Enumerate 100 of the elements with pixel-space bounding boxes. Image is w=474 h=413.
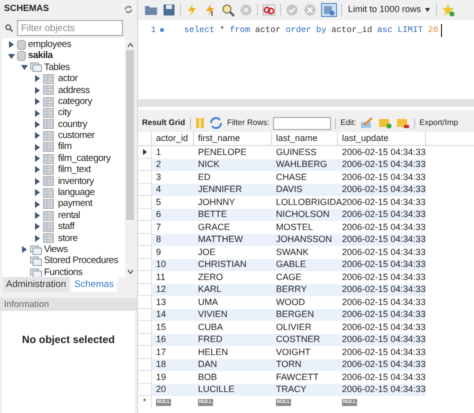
lightning-icon[interactable] xyxy=(203,3,217,17)
limit-dropdown[interactable]: Limit to 1000 rows xyxy=(346,2,432,18)
collapsed-arrow-icon[interactable] xyxy=(34,178,41,185)
filter-rows-field[interactable] xyxy=(273,116,332,130)
table-cell-text: 2006-02-15 04:34:33 xyxy=(341,284,426,296)
folder-icon xyxy=(30,256,42,266)
column-header[interactable]: first_name xyxy=(194,132,272,145)
magnifier-icon[interactable] xyxy=(221,3,235,17)
row-header-cell[interactable] xyxy=(138,296,152,308)
table-cell-text: 8 xyxy=(155,234,162,246)
table-cell-text: 10 xyxy=(155,258,168,271)
table-icon xyxy=(43,188,54,198)
collapsed-arrow-icon[interactable] xyxy=(34,120,41,128)
column-header[interactable]: last_name xyxy=(272,132,338,145)
collapsed-arrow-icon[interactable] xyxy=(34,189,41,196)
collapsed-arrow-icon[interactable] xyxy=(34,132,41,140)
tree-item[interactable]: employees xyxy=(28,40,72,50)
row-header-cell[interactable] xyxy=(138,371,152,384)
scroll-up-icon[interactable] xyxy=(126,42,134,48)
tree-item[interactable]: language xyxy=(58,188,95,198)
tree-item[interactable]: Functions xyxy=(44,268,82,277)
cancel-icon[interactable] xyxy=(303,3,317,17)
table-cell-text: BERGEN xyxy=(275,308,316,321)
column-header[interactable]: last_update xyxy=(338,132,426,145)
column-header[interactable]: actor_id xyxy=(152,132,194,145)
table-cell-text: CHRISTIAN xyxy=(197,258,248,271)
tree-item[interactable]: sakila xyxy=(28,51,53,61)
tree-item[interactable]: Views xyxy=(44,244,68,254)
collapsed-arrow-icon[interactable] xyxy=(34,200,41,208)
collapsed-arrow-icon[interactable] xyxy=(34,86,41,94)
tree-item[interactable]: actor xyxy=(58,74,78,84)
tree-item[interactable]: inventory xyxy=(58,176,94,186)
sql-query[interactable]: select * from actor order by actor_id asc LIMIT 20 xyxy=(184,24,442,37)
row-header-cell[interactable] xyxy=(138,221,152,234)
table-cell-text: TRACY xyxy=(275,384,308,396)
tree-item[interactable]: country xyxy=(58,120,88,130)
table-cell-text: 7 xyxy=(155,221,162,234)
table-icon xyxy=(43,130,54,141)
add-row-icon[interactable] xyxy=(378,116,392,130)
delete-row-icon[interactable] xyxy=(396,116,410,130)
tree-item[interactable]: Stored Procedures xyxy=(44,256,118,266)
toggle-icon[interactable] xyxy=(321,3,337,17)
table-cell-text: KARL xyxy=(197,284,223,296)
star-icon[interactable] xyxy=(441,3,455,17)
tree-item[interactable]: Tables xyxy=(44,62,70,72)
collapsed-arrow-icon[interactable] xyxy=(34,75,41,82)
tree-item[interactable]: city xyxy=(58,108,72,118)
tree-item[interactable]: payment xyxy=(58,199,92,209)
horizontal-scrollbar[interactable] xyxy=(138,99,474,107)
table-cell-text: JOHNNY xyxy=(197,196,236,208)
row-header-cell[interactable] xyxy=(138,171,152,184)
collapsed-arrow-icon[interactable] xyxy=(34,212,41,220)
collapsed-arrow-icon[interactable] xyxy=(21,246,28,254)
save-icon[interactable] xyxy=(162,3,176,17)
filter-field[interactable]: Filter objects xyxy=(17,20,123,36)
row-header-cell[interactable] xyxy=(138,196,152,208)
panel-tab[interactable]: Schemas xyxy=(71,277,117,292)
table-cell-text: 2006-02-15 04:34:33 xyxy=(341,384,426,396)
collapsed-arrow-icon[interactable] xyxy=(34,98,41,106)
tree-item[interactable]: rental xyxy=(58,210,80,220)
row-header-cell[interactable] xyxy=(138,271,152,284)
table-cell-text: JOHANSSON xyxy=(275,234,334,246)
export-label[interactable]: Export/Imp xyxy=(419,117,458,129)
collapsed-arrow-icon[interactable] xyxy=(34,223,41,230)
collapsed-arrow-icon[interactable] xyxy=(8,41,15,48)
columns-icon[interactable] xyxy=(195,116,206,130)
toggle-icon[interactable] xyxy=(262,3,276,17)
tree-item[interactable]: address xyxy=(58,86,90,95)
collapsed-arrow-icon[interactable] xyxy=(34,110,41,117)
tree-item[interactable]: category xyxy=(58,96,92,106)
expanded-arrow-icon[interactable] xyxy=(8,52,15,60)
tree-item[interactable]: film_text xyxy=(58,165,91,175)
collapsed-arrow-icon[interactable] xyxy=(34,155,41,162)
refresh-icon[interactable] xyxy=(124,4,133,14)
row-header-cell[interactable] xyxy=(138,346,152,358)
table-cell-text: 2 xyxy=(155,158,162,171)
collapsed-arrow-icon[interactable] xyxy=(34,234,41,242)
tree-item[interactable]: film xyxy=(58,142,72,152)
refresh-icon[interactable] xyxy=(209,116,224,130)
collapsed-arrow-icon[interactable] xyxy=(34,166,41,174)
row-header-cell[interactable] xyxy=(138,246,152,258)
tree-item[interactable]: customer xyxy=(58,131,95,141)
tree-item[interactable]: staff xyxy=(58,222,74,232)
folder-icon xyxy=(30,62,42,72)
row-header-cell[interactable] xyxy=(138,146,152,158)
expanded-arrow-icon[interactable] xyxy=(21,64,28,71)
panel-tab[interactable]: Administration xyxy=(3,277,70,292)
scroll-down-icon[interactable] xyxy=(126,269,134,275)
collapsed-arrow-icon[interactable] xyxy=(34,144,41,151)
table-icon xyxy=(43,176,54,186)
pencil-icon[interactable] xyxy=(360,116,374,130)
table-cell-text: ZERO xyxy=(197,271,224,284)
tree-item[interactable]: film_category xyxy=(58,154,111,164)
tree-item[interactable]: store xyxy=(58,234,78,244)
row-header-cell[interactable] xyxy=(138,321,152,334)
result-grid-tab[interactable]: Result Grid xyxy=(141,116,186,130)
folder-icon[interactable] xyxy=(144,3,158,17)
table-cell-text: BETTE xyxy=(197,208,228,221)
check-icon[interactable] xyxy=(285,3,299,17)
table-cell-text: 1 xyxy=(155,146,162,158)
